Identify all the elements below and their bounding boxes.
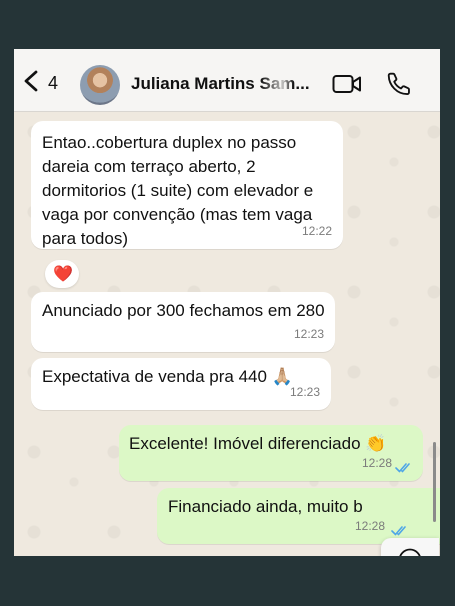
heart-reaction: ❤️ (53, 266, 73, 283)
message-time: 12:28 (361, 456, 392, 470)
chat-screen: 4 Juliana Martins Sam... Entao..cobertur… (14, 49, 440, 556)
message-bubble[interactable]: Financiado ainda, muito b 12:28 (157, 488, 440, 544)
avatar[interactable] (80, 65, 120, 105)
message-text: Entao..cobertura duplex no passo dareia … (42, 133, 314, 248)
message-time: 12:23 (293, 327, 324, 341)
message-time: 12:22 (301, 224, 332, 238)
chevron-down-icon (399, 548, 421, 556)
double-check-icon (395, 463, 410, 473)
message-time: 12:23 (289, 385, 320, 399)
video-camera-icon (332, 75, 361, 93)
message-bubble[interactable]: Entao..cobertura duplex no passo dareia … (31, 121, 343, 249)
message-bubble[interactable]: Anunciado por 300 fechamos em 280 12:23 (31, 292, 335, 352)
message-text: Anunciado por 300 fechamos em 280 (42, 301, 325, 320)
message-bubble[interactable]: Expectativa de venda pra 440 🙏🏼 12:23 (31, 358, 331, 410)
chat-header: 4 Juliana Martins Sam... (14, 49, 440, 112)
phone-icon (387, 72, 410, 95)
double-check-icon (391, 526, 406, 536)
back-button[interactable] (22, 70, 40, 92)
contact-name[interactable]: Juliana Martins Sam... (131, 74, 316, 94)
message-time: 12:28 (355, 519, 386, 533)
message-bubble[interactable]: Excelente! Imóvel diferenciado 👏 12:28 (119, 425, 423, 481)
video-call-button[interactable] (332, 74, 362, 99)
message-list[interactable]: Entao..cobertura duplex no passo dareia … (14, 112, 440, 556)
chevron-left-icon (24, 70, 38, 92)
reaction-badge[interactable]: ❤️ (45, 260, 79, 288)
voice-call-button[interactable] (386, 71, 412, 102)
scrollbar[interactable] (433, 442, 436, 522)
message-text: Financiado ainda, muito b (168, 497, 363, 516)
message-text: Expectativa de venda pra 440 🙏🏼 (42, 367, 293, 386)
unread-count[interactable]: 4 (48, 73, 58, 94)
scroll-to-bottom-button[interactable] (381, 538, 439, 556)
